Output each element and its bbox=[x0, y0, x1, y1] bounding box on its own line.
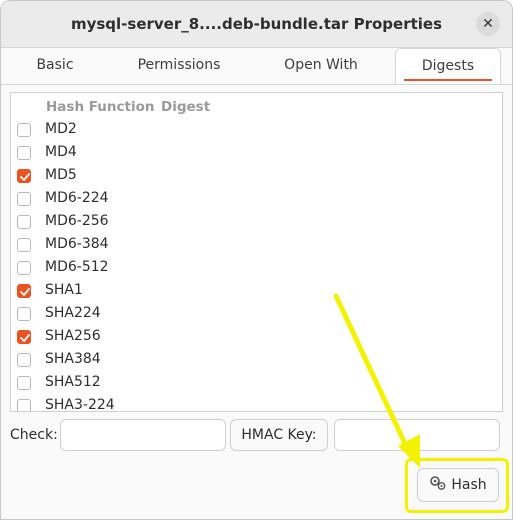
hash-checkbox[interactable] bbox=[17, 307, 31, 321]
check-label: Check: bbox=[10, 427, 58, 443]
hash-checkbox[interactable] bbox=[17, 353, 31, 367]
list-item[interactable]: MD6-256 bbox=[11, 212, 502, 235]
close-icon: ✕ bbox=[482, 16, 494, 32]
list-item[interactable]: MD6-384 bbox=[11, 235, 502, 258]
hmac-key-label: HMAC Key: bbox=[230, 419, 328, 451]
hash-button-label: Hash bbox=[451, 477, 487, 493]
tab-digests[interactable]: Digests bbox=[395, 48, 501, 84]
list-item[interactable]: SHA224 bbox=[11, 304, 502, 327]
hash-function-label: MD2 bbox=[45, 121, 77, 137]
properties-window: mysql-server_8....deb-bundle.tar Propert… bbox=[0, 0, 513, 520]
hash-checkbox[interactable] bbox=[17, 330, 31, 344]
hash-function-label: MD6-224 bbox=[45, 190, 109, 206]
bottom-fields: Check: HMAC Key: bbox=[1, 419, 512, 453]
list-scrollbar[interactable] bbox=[496, 93, 502, 411]
hash-checkbox[interactable] bbox=[17, 123, 31, 137]
column-hash-function[interactable]: Hash Function bbox=[46, 99, 155, 115]
tab-open-with[interactable]: Open With bbox=[263, 48, 379, 83]
hash-checkbox[interactable] bbox=[17, 146, 31, 160]
hash-checkbox[interactable] bbox=[17, 192, 31, 206]
hash-function-label: SHA3-224 bbox=[45, 397, 115, 412]
list-item[interactable]: SHA1 bbox=[11, 281, 502, 304]
hash-function-label: MD4 bbox=[45, 144, 77, 160]
close-button[interactable]: ✕ bbox=[476, 12, 500, 36]
hash-checkbox[interactable] bbox=[17, 238, 31, 252]
list-item[interactable]: MD4 bbox=[11, 143, 502, 166]
gears-icon bbox=[429, 475, 447, 495]
hash-function-label: SHA512 bbox=[45, 374, 101, 390]
hash-function-label: SHA224 bbox=[45, 305, 101, 321]
hash-function-label: SHA1 bbox=[45, 282, 83, 298]
hash-function-label: MD5 bbox=[45, 167, 77, 183]
list-item[interactable]: SHA256 bbox=[11, 327, 502, 350]
tab-basic[interactable]: Basic bbox=[1, 48, 109, 83]
hash-button[interactable]: Hash bbox=[417, 468, 499, 502]
hash-function-label: SHA256 bbox=[45, 328, 101, 344]
tab-permissions[interactable]: Permissions bbox=[121, 48, 237, 83]
list-item[interactable]: SHA384 bbox=[11, 350, 502, 373]
hash-checkbox[interactable] bbox=[17, 169, 31, 183]
window-title: mysql-server_8....deb-bundle.tar Propert… bbox=[70, 15, 443, 33]
hash-function-label: MD6-512 bbox=[45, 259, 109, 275]
list-item[interactable]: MD5 bbox=[11, 166, 502, 189]
hash-checkbox[interactable] bbox=[17, 376, 31, 390]
list-item[interactable]: MD6-224 bbox=[11, 189, 502, 212]
titlebar: mysql-server_8....deb-bundle.tar Propert… bbox=[1, 1, 512, 48]
hash-function-label: MD6-384 bbox=[45, 236, 109, 252]
column-digest[interactable]: Digest bbox=[161, 99, 210, 115]
digest-list: Hash Function Digest MD2 MD4 MD5 MD6-224 MD6… bbox=[10, 92, 503, 412]
list-item[interactable]: SHA512 bbox=[11, 373, 502, 396]
hash-checkbox[interactable] bbox=[17, 261, 31, 275]
hash-function-label: MD6-256 bbox=[45, 213, 109, 229]
tab-bar: Basic Permissions Open With Digests bbox=[1, 48, 512, 85]
list-header: Hash Function Digest bbox=[11, 97, 502, 117]
list-item[interactable]: MD6-512 bbox=[11, 258, 502, 281]
hash-checkbox[interactable] bbox=[17, 215, 31, 229]
hash-checkbox[interactable] bbox=[17, 284, 31, 298]
hash-function-label: SHA384 bbox=[45, 351, 101, 367]
list-item[interactable]: SHA3-224 bbox=[11, 396, 502, 412]
check-input[interactable] bbox=[60, 419, 226, 451]
hash-checkbox[interactable] bbox=[17, 399, 31, 411]
hmac-key-input[interactable] bbox=[334, 419, 500, 451]
list-item[interactable]: MD2 bbox=[11, 120, 502, 143]
